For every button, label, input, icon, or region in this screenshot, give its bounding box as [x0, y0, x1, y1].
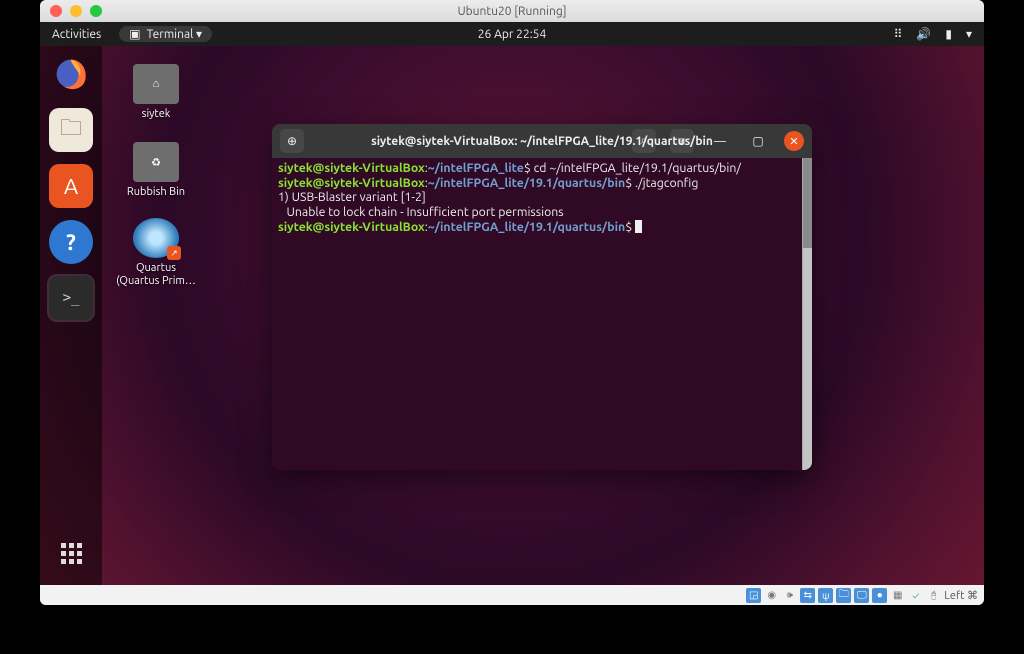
sb-mouse-icon[interactable]: 🖯 [926, 588, 941, 603]
sb-display-icon[interactable]: 🖵 [854, 588, 869, 603]
terminal-close-button[interactable]: ✕ [784, 131, 804, 151]
terminal-output[interactable]: siytek@siytek-VirtualBox:~/intelFPGA_lit… [272, 158, 812, 470]
virtualbox-status-bar: ◲ ◉ 🕪 ⇆ ψ 🗀 🖵 ● ▦ ✓ 🖯 Left ⌘ [40, 585, 984, 605]
desktop-icon-home[interactable]: ⌂ siytek [116, 64, 196, 121]
apps-grid-icon [61, 543, 82, 564]
dock-panel: 🗀 A ? >_ [40, 46, 102, 585]
terminal-minimize-button[interactable]: — [708, 129, 732, 153]
help-icon: ? [66, 230, 76, 255]
terminal-cursor [635, 220, 642, 233]
dock-software[interactable]: A [49, 164, 93, 208]
app-menu-label: Terminal ▾ [147, 27, 202, 41]
sb-host-key-label: Left ⌘ [944, 589, 978, 602]
sb-disk-icon[interactable]: ◲ [746, 588, 761, 603]
volume-icon[interactable]: 🔊 [916, 27, 931, 41]
desktop-area[interactable]: 🗀 A ? >_ ⌂ siytek ♻ Rubbish Bin [40, 46, 984, 585]
terminal-icon: >_ [63, 290, 80, 306]
sb-cpu-icon[interactable]: ▦ [890, 588, 905, 603]
gnome-top-bar: Activities ▣ Terminal ▾ 26 Apr 22:54 ⠿ 🔊… [40, 22, 984, 46]
dock-files[interactable]: 🗀 [49, 108, 93, 152]
home-folder-icon: ⌂ [133, 64, 179, 104]
desktop-icon-quartus-label: Quartus (Quartus Prim… [116, 262, 196, 288]
dock-show-apps[interactable] [49, 531, 93, 575]
terminal-indicator-icon: ▣ [129, 27, 140, 41]
desktop-icon-trash-label: Rubbish Bin [116, 186, 196, 199]
sb-network-icon[interactable]: ⇆ [800, 588, 815, 603]
sb-guest-additions-icon[interactable]: ✓ [908, 588, 923, 603]
dock-terminal[interactable]: >_ [49, 276, 93, 320]
dock-help[interactable]: ? [49, 220, 93, 264]
sb-recording-icon[interactable]: ● [872, 588, 887, 603]
quartus-icon: ↗ [133, 218, 179, 258]
shortcut-arrow-icon: ↗ [167, 246, 181, 260]
shopping-bag-icon: A [64, 174, 78, 199]
sb-usb-icon[interactable]: ψ [818, 588, 833, 603]
folder-icon: 🗀 [60, 111, 82, 149]
vm-window: Ubuntu20 [Running] Activities ▣ Terminal… [40, 0, 984, 605]
terminal-window[interactable]: ⊕ siytek@siytek-VirtualBox: ~/intelFPGA_… [272, 124, 812, 470]
desktop-icon-home-label: siytek [116, 108, 196, 121]
mac-window-title: Ubuntu20 [Running] [40, 5, 984, 18]
desktop-icon-quartus[interactable]: ↗ Quartus (Quartus Prim… [116, 218, 196, 288]
terminal-menu-button[interactable]: ≡ [670, 129, 694, 153]
sb-optical-icon[interactable]: ◉ [764, 588, 779, 603]
dock-firefox[interactable] [49, 52, 93, 96]
sb-shared-folder-icon[interactable]: 🗀 [836, 588, 851, 603]
network-icon[interactable]: ⠿ [894, 27, 903, 41]
battery-icon[interactable]: ▮ [945, 27, 952, 41]
terminal-scrollbar[interactable] [802, 158, 812, 470]
terminal-header[interactable]: ⊕ siytek@siytek-VirtualBox: ~/intelFPGA_… [272, 124, 812, 158]
app-menu-terminal[interactable]: ▣ Terminal ▾ [119, 26, 212, 42]
system-menu-chevron-icon[interactable]: ▾ [966, 27, 972, 41]
firefox-icon [53, 56, 89, 92]
terminal-new-tab-button[interactable]: ⊕ [280, 129, 304, 153]
terminal-scrollbar-thumb[interactable] [803, 158, 812, 248]
terminal-search-button[interactable]: ⌕ [632, 129, 656, 153]
desktop-icon-trash[interactable]: ♻ Rubbish Bin [116, 142, 196, 199]
terminal-maximize-button[interactable]: ▢ [746, 129, 770, 153]
mac-titlebar[interactable]: Ubuntu20 [Running] [40, 0, 984, 22]
recycle-bin-icon: ♻ [133, 142, 179, 182]
sb-audio-icon[interactable]: 🕪 [782, 588, 797, 603]
activities-button[interactable]: Activities [52, 28, 101, 41]
